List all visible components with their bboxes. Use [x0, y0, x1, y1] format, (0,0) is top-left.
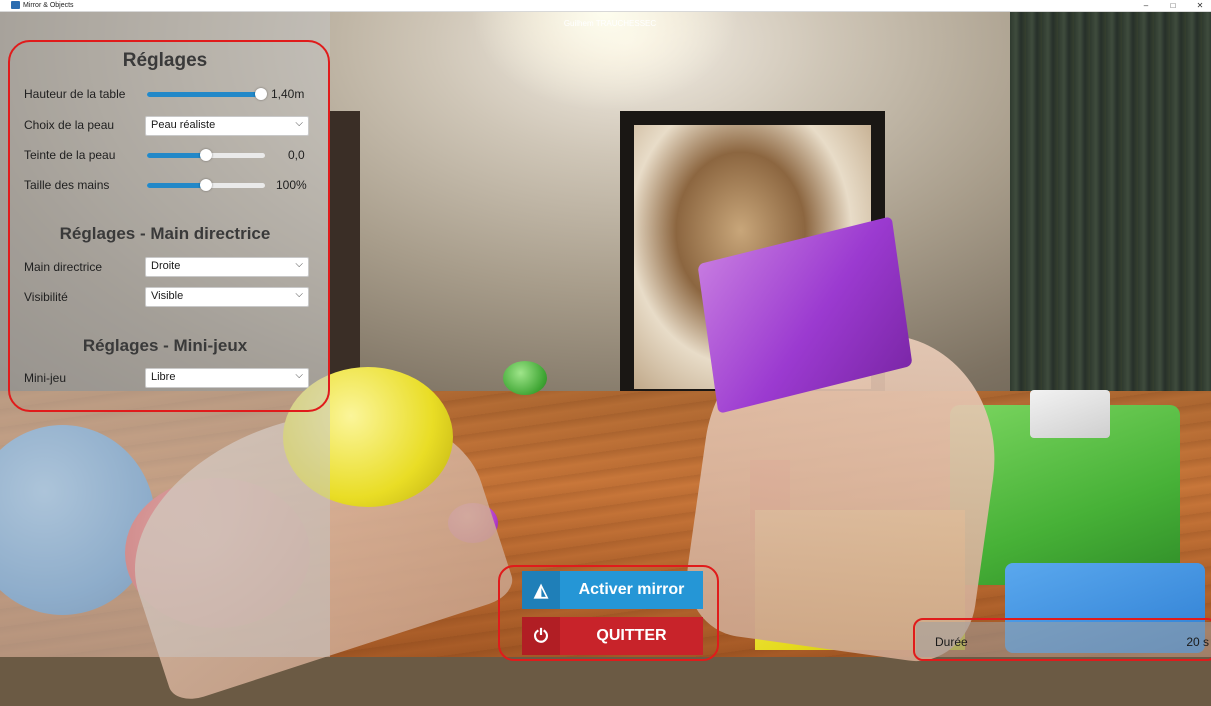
chevron-down-icon: ⌵	[295, 259, 303, 270]
minigames-title: Réglages - Mini-jeux	[82, 336, 248, 355]
mirror-icon: ◭	[522, 571, 560, 609]
user-name: Guilhem TRAUCHESSEC	[563, 19, 657, 28]
skin-tint-slider[interactable]	[147, 149, 265, 161]
hand-size-slider[interactable]	[147, 179, 265, 191]
power-icon: ⏻	[522, 617, 560, 655]
hand-size-label: Taille des mains	[24, 178, 110, 192]
minimize-button[interactable]: –	[1135, 0, 1157, 11]
quit-label: QUITTER	[596, 627, 667, 644]
duration-label: Durée	[935, 635, 968, 649]
chevron-down-icon: ⌵	[295, 370, 303, 381]
skin-choice-value: Peau réaliste	[151, 119, 216, 131]
settings-panel	[0, 11, 330, 657]
window-titlebar: Mirror & Objects – □ ✕	[0, 0, 1211, 12]
visibility-label: Visibilité	[24, 290, 68, 304]
dominant-hand-title: Réglages - Main directrice	[59, 224, 271, 243]
minigame-dropdown[interactable]: Libre ⌵	[145, 368, 309, 388]
minigame-label: Mini-jeu	[24, 371, 67, 385]
table-height-value: 1,40m	[271, 87, 305, 101]
window-title: Mirror & Objects	[23, 2, 74, 9]
skin-tint-label: Teinte de la peau	[24, 148, 116, 162]
green-ball	[503, 361, 547, 395]
hand-size-value: 100%	[276, 178, 307, 192]
table-height-slider[interactable]	[147, 88, 268, 100]
slider-knob[interactable]	[200, 179, 212, 191]
activate-mirror-label: Activer mirror	[578, 581, 685, 598]
duration-value: 20 s	[1186, 635, 1209, 649]
activate-mirror-button[interactable]: ◭ Activer mirror	[522, 571, 703, 609]
close-button[interactable]: ✕	[1189, 0, 1211, 11]
skin-choice-label: Choix de la peau	[24, 118, 115, 132]
visibility-dropdown[interactable]: Visible ⌵	[145, 287, 309, 307]
dominant-hand-value: Droite	[151, 260, 181, 272]
curtain	[1010, 11, 1211, 406]
app-icon	[11, 1, 20, 9]
door	[330, 111, 360, 406]
dominant-hand-dropdown[interactable]: Droite ⌵	[145, 257, 309, 277]
chevron-down-icon: ⌵	[295, 289, 303, 300]
settings-title: Réglages	[122, 50, 208, 71]
chevron-down-icon: ⌵	[295, 118, 303, 129]
skin-tint-value: 0,0	[288, 148, 305, 162]
visibility-value: Visible	[151, 290, 184, 302]
table-height-label: Hauteur de la table	[24, 87, 126, 101]
white-cube	[1030, 390, 1110, 438]
quit-button[interactable]: ⏻ QUITTER	[522, 617, 703, 655]
minigame-value: Libre	[151, 371, 176, 383]
slider-knob[interactable]	[200, 149, 212, 161]
skin-choice-dropdown[interactable]: Peau réaliste ⌵	[145, 116, 309, 136]
maximize-button[interactable]: □	[1162, 0, 1184, 11]
duration-bar: Durée 20 s	[916, 622, 1211, 657]
dominant-hand-label: Main directrice	[24, 260, 103, 274]
